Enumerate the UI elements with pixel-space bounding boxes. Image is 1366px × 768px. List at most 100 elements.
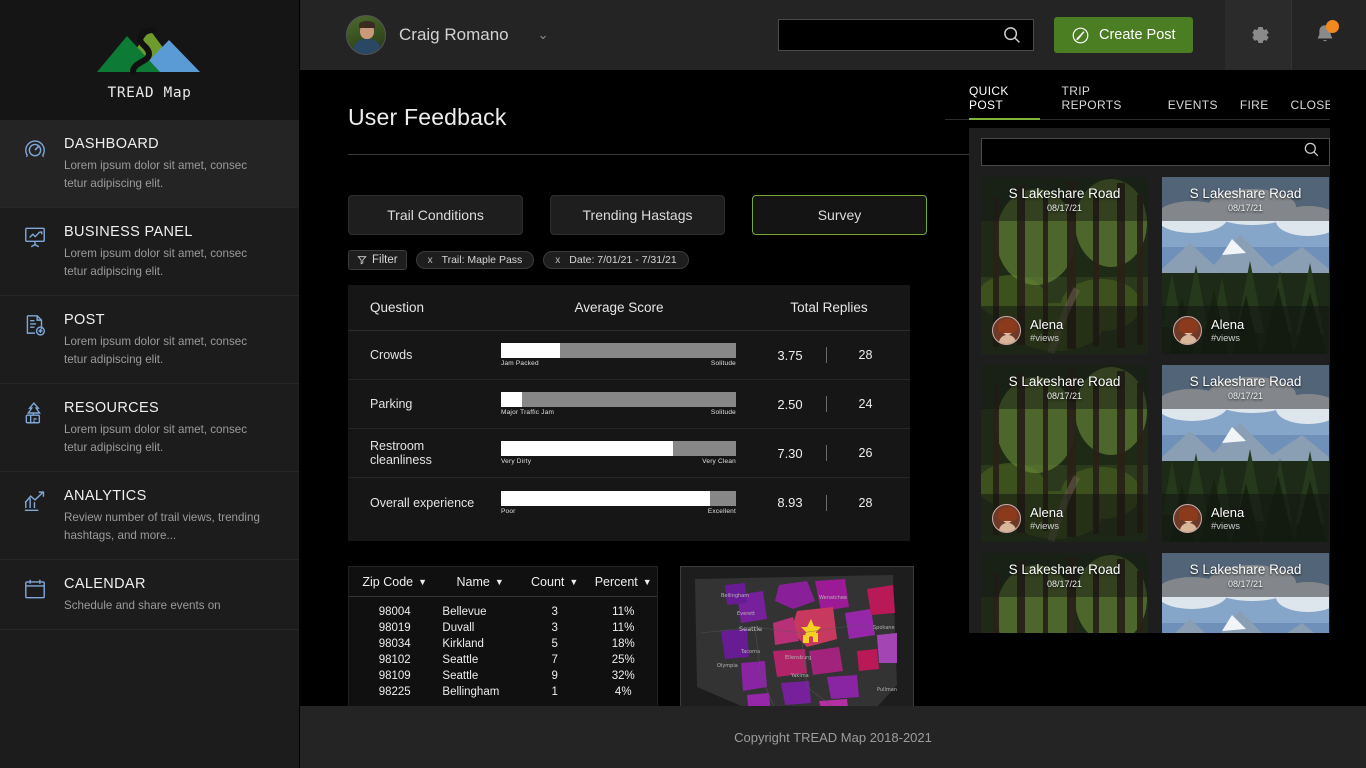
sidebar-item-desc: Review number of trail views, trending h… [64, 511, 260, 543]
card-user: Alena [1030, 316, 1064, 332]
chevron-down-icon[interactable]: ▼ [569, 577, 578, 587]
list-item[interactable]: S Lakeshare Road 08/17/21 Alena #views [981, 177, 1148, 354]
avatar [346, 15, 386, 55]
choropleth-map[interactable]: Seattle Tacoma Spokane Yakima Ellensburg… [680, 566, 914, 724]
cell-name: Duvall [442, 622, 475, 634]
card-user: Alena [1211, 504, 1245, 520]
brand-logo-block[interactable]: TREAD Map [0, 0, 299, 120]
search-input[interactable] [779, 20, 1001, 50]
tab-survey[interactable]: Survey [752, 195, 927, 235]
notification-badge [1326, 20, 1339, 33]
row-question: Overall experience [370, 495, 475, 510]
tab-trip-reports[interactable]: TRIP REPORTS [1062, 84, 1146, 119]
row-total-replies: 28 [858, 495, 873, 510]
copyright-text: Copyright TREAD Map 2018-2021 [734, 729, 932, 745]
close-icon[interactable]: x [555, 255, 560, 266]
bar-label-high: Solitude [710, 409, 736, 416]
feed-search-input[interactable] [982, 139, 1302, 165]
notifications-button[interactable] [1291, 0, 1357, 70]
card-user: Alena [1030, 504, 1064, 520]
survey-table-header: Question Average Score Total Replies [348, 285, 910, 331]
list-item[interactable]: S Lakeshare Road 08/17/21 Alena #views [981, 553, 1148, 633]
cell-name: Bellingham [442, 686, 500, 698]
bar-fill [501, 392, 523, 407]
chevron-down-icon[interactable]: ▼ [495, 577, 504, 587]
bar-label-low: Major Traffic Jam [501, 409, 555, 416]
sidebar-item-resources[interactable]: RESOURCES Lorem ipsum dolor sit amet, co… [0, 384, 299, 473]
table-row[interactable]: Crowds Jam Packed Solitude 3.75 28 [348, 331, 910, 380]
table-row[interactable]: Overall experience Poor Excellent 8.93 2… [348, 478, 910, 527]
card-header: S Lakeshare Road 08/17/21 [981, 365, 1148, 409]
sidebar-item-post[interactable]: POST Lorem ipsum dolor sit amet, consec … [0, 296, 299, 385]
list-item[interactable]: S Lakeshare Road 08/17/21 Alena #views [1162, 553, 1329, 633]
cell-count: 1 [551, 686, 558, 698]
column-label: Count [531, 574, 565, 589]
cell-percent: 4% [614, 686, 632, 698]
cell-zip: 98034 [378, 638, 411, 650]
filter-button[interactable]: Filter [348, 250, 407, 270]
bar-label-low: Very Dirty [501, 458, 532, 465]
sidebar-item-dashboard[interactable]: DASHBOARD Lorem ipsum dolor sit amet, co… [0, 120, 299, 209]
column-header-count[interactable]: Count ▼ [520, 575, 590, 589]
avatar [1173, 315, 1202, 345]
filter-chip-date[interactable]: x Date: 7/01/21 - 7/31/21 [543, 251, 689, 269]
document-plus-icon [22, 312, 50, 340]
svg-text:Pullman: Pullman [877, 687, 897, 693]
row-score-value: 3.75 [777, 347, 803, 363]
create-post-label: Create Post [1099, 27, 1176, 43]
column-header-percent[interactable]: Percent ▼ [589, 575, 657, 589]
sidebar-item-desc: Schedule and share events on [64, 599, 221, 613]
table-row[interactable]: Parking Major Traffic Jam Solitude 2.50 [348, 380, 910, 429]
sidebar-item-analytics[interactable]: ANALYTICS Review number of trail views, … [0, 472, 299, 561]
global-search[interactable] [778, 19, 1034, 51]
table-row[interactable]: Restroom cleanliness Very Dirty Very Cle… [348, 429, 910, 478]
column-header-zip-code[interactable]: Zip Code ▼ [349, 575, 440, 589]
panel-edge-mask [1330, 70, 1366, 768]
tab-trending-hastags[interactable]: Trending Hastags [550, 195, 725, 235]
table-row[interactable]: 98034 Kirkland 5 18% [349, 636, 657, 652]
chevron-down-icon[interactable]: ▼ [418, 577, 427, 587]
feed-tabs: QUICK POST TRIP REPORTS EVENTS FIRE CLOS… [945, 84, 1342, 120]
svg-text:Wenatchee: Wenatchee [819, 595, 847, 601]
column-header-name[interactable]: Name ▼ [440, 575, 519, 589]
column-label: Percent [594, 574, 638, 589]
tab-quick-post[interactable]: QUICK POST [969, 84, 1040, 120]
tab-trail-conditions[interactable]: Trail Conditions [348, 195, 523, 235]
card-date: 08/17/21 [1227, 390, 1264, 401]
chevron-down-icon[interactable]: ⌄ [538, 27, 549, 43]
table-row[interactable]: 98225 Bellingham 1 4% [349, 684, 657, 700]
zip-table-body: 98004 Bellevue 3 11% 98019 Duvall 3 11% [349, 597, 657, 708]
list-item[interactable]: S Lakeshare Road 08/17/21 Alena #views [1162, 177, 1329, 354]
list-item[interactable]: S Lakeshare Road 08/17/21 Alena #views [981, 365, 1148, 542]
create-post-button[interactable]: Create Post [1054, 17, 1193, 53]
close-icon[interactable]: x [428, 255, 433, 266]
table-row[interactable]: 98019 Duvall 3 11% [349, 620, 657, 636]
card-date: 08/17/21 [1227, 578, 1264, 589]
table-row[interactable]: 98004 Bellevue 3 11% [349, 604, 657, 620]
search-icon[interactable] [1302, 140, 1321, 164]
user-menu[interactable]: Craig Romano ⌄ [346, 15, 549, 55]
table-row[interactable]: 98109 Seattle 9 32% [349, 668, 657, 684]
bar-label-low: Jam Packed [501, 360, 539, 367]
chevron-down-icon[interactable]: ▼ [643, 577, 652, 587]
feed-container: S Lakeshare Road 08/17/21 Alena #views S… [969, 128, 1342, 633]
sidebar-item-calendar[interactable]: CALENDAR Schedule and share events on [0, 560, 299, 631]
settings-button[interactable] [1225, 0, 1291, 70]
list-item[interactable]: S Lakeshare Road 08/17/21 Alena #views [1162, 365, 1329, 542]
feed-search[interactable] [981, 138, 1330, 166]
column-label: Zip Code [362, 574, 414, 589]
card-user: Alena [1211, 316, 1245, 332]
zip-code-table: Zip Code ▼ Name ▼ Count ▼ Percent ▼ 9800… [348, 566, 658, 724]
tab-events[interactable]: EVENTS [1168, 98, 1218, 119]
cell-count: 9 [551, 670, 558, 682]
filter-chip-trail[interactable]: x Trail: Maple Pass [415, 251, 535, 269]
sidebar-item-label: CALENDAR [64, 576, 146, 593]
mountain-trail-logo-icon [96, 26, 200, 75]
sidebar-item-business-panel[interactable]: BUSINESS PANEL Lorem ipsum dolor sit ame… [0, 208, 299, 297]
table-row[interactable]: 98102 Seattle 7 25% [349, 652, 657, 668]
card-footer: Alena #views [1162, 494, 1329, 542]
svg-text:Tacoma: Tacoma [740, 649, 760, 655]
bar-track [501, 490, 736, 506]
search-icon[interactable] [1001, 24, 1027, 46]
tab-fire[interactable]: FIRE [1240, 98, 1269, 119]
